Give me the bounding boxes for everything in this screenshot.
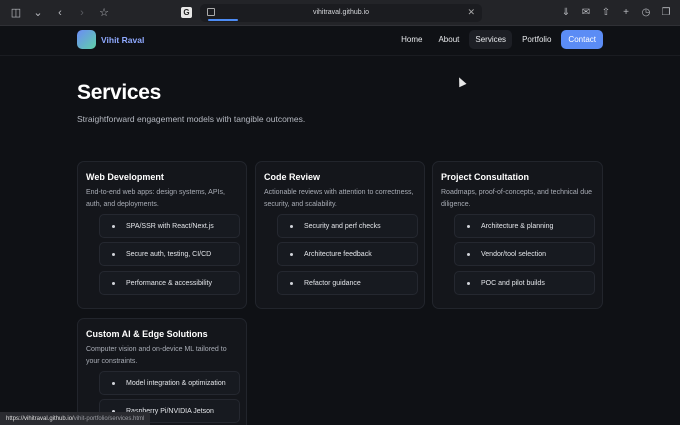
bullet-icon xyxy=(467,225,470,228)
bookmark-icon[interactable]: ☆ xyxy=(96,5,112,21)
page-subtitle: Straightforward engagement models with t… xyxy=(77,114,306,124)
bullet-icon xyxy=(467,253,470,256)
list-item-label: SPA/SSR with React/Next.js xyxy=(126,223,214,230)
bullet-icon xyxy=(112,253,115,256)
mail-icon[interactable]: ✉ xyxy=(578,4,594,20)
list-item-label: Vendor/tool selection xyxy=(481,251,546,258)
list-item: Architecture & planning xyxy=(454,214,595,238)
address-bar[interactable]: vihitraval.github.io ✕ xyxy=(200,4,482,22)
chevron-down-icon[interactable]: ⌄ xyxy=(30,5,46,21)
list-item: Refactor guidance xyxy=(277,271,418,295)
nav-home[interactable]: Home xyxy=(395,30,428,49)
download-icon[interactable]: ⇓ xyxy=(558,4,574,20)
service-card-custom-ai-edge: Custom AI & Edge Solutions Computer visi… xyxy=(77,318,247,425)
tab-favicon-icon[interactable]: G xyxy=(181,7,192,18)
site-header: Vihit Raval Home About Services Portfoli… xyxy=(0,26,680,56)
list-item-label: Model integration & optimization xyxy=(126,380,226,387)
mouse-cursor-icon xyxy=(455,75,467,88)
status-bar-host: https://vihitraval.github.io/ xyxy=(6,415,74,422)
list-item: Performance & accessibility xyxy=(99,271,240,295)
list-item: Model integration & optimization xyxy=(99,371,240,395)
status-bar-link-preview: https://vihitraval.github.io/vihit-portf… xyxy=(0,412,151,425)
close-icon[interactable]: ✕ xyxy=(467,7,475,18)
card-title: Code Review xyxy=(264,172,321,182)
list-item-label: Performance & accessibility xyxy=(126,280,212,287)
main-nav: Home About Services Portfolio Contact xyxy=(395,30,603,49)
logo-icon[interactable] xyxy=(77,30,96,49)
list-item: Security and perf checks xyxy=(277,214,418,238)
card-description: End-to-end web apps: design systems, API… xyxy=(86,189,225,208)
new-tab-icon[interactable]: + xyxy=(618,4,634,20)
list-item-label: Security and perf checks xyxy=(304,223,381,230)
tabs-overview-icon[interactable]: ❐ xyxy=(658,4,674,20)
list-item-label: POC and pilot builds xyxy=(481,280,545,287)
bullet-icon xyxy=(290,253,293,256)
brand-name[interactable]: Vihit Raval xyxy=(101,35,144,45)
card-title: Web Development xyxy=(86,172,164,182)
service-card-code-review: Code Review Actionable reviews with atte… xyxy=(255,161,425,309)
list-item-label: Refactor guidance xyxy=(304,280,361,287)
bullet-icon xyxy=(467,282,470,285)
service-card-web-development: Web Development End-to-end web apps: des… xyxy=(77,161,247,309)
list-item-label: Secure auth, testing, CI/CD xyxy=(126,251,212,258)
nav-services[interactable]: Services xyxy=(469,30,513,49)
url-text[interactable]: vihitraval.github.io xyxy=(200,9,482,16)
nav-portfolio[interactable]: Portfolio xyxy=(516,30,557,49)
list-item: Vendor/tool selection xyxy=(454,242,595,266)
list-item-label: Architecture & planning xyxy=(481,223,554,230)
card-description: Computer vision and on-device ML tailore… xyxy=(86,346,227,365)
list-item: Secure auth, testing, CI/CD xyxy=(99,242,240,266)
browser-toolbar: ◫ ⌄ ‹ › ☆ G vihitraval.github.io ✕ ⇓ ✉ ⇧… xyxy=(0,0,680,26)
share-icon[interactable]: ⇧ xyxy=(598,4,614,20)
history-icon[interactable]: ◷ xyxy=(638,4,654,20)
bullet-icon xyxy=(290,282,293,285)
card-description: Actionable reviews with attention to cor… xyxy=(264,189,414,208)
card-title: Custom AI & Edge Solutions xyxy=(86,329,208,339)
status-bar-path: vihit-portfolio/services.html xyxy=(73,415,145,422)
bullet-icon xyxy=(290,225,293,228)
card-title: Project Consultation xyxy=(441,172,530,182)
back-icon[interactable]: ‹ xyxy=(52,5,68,21)
sidebar-toggle-icon[interactable]: ◫ xyxy=(8,5,24,21)
list-item: POC and pilot builds xyxy=(454,271,595,295)
list-item: SPA/SSR with React/Next.js xyxy=(99,214,240,238)
page-title: Services xyxy=(77,81,162,104)
bullet-icon xyxy=(112,382,115,385)
nav-about[interactable]: About xyxy=(432,30,465,49)
list-item: Architecture feedback xyxy=(277,242,418,266)
list-item-label: Architecture feedback xyxy=(304,251,372,258)
bullet-icon xyxy=(112,282,115,285)
card-description: Roadmaps, proof-of-concepts, and technic… xyxy=(441,189,592,208)
loading-bar xyxy=(208,19,238,21)
service-card-project-consultation: Project Consultation Roadmaps, proof-of-… xyxy=(432,161,603,309)
bullet-icon xyxy=(112,225,115,228)
forward-icon[interactable]: › xyxy=(74,5,90,21)
contact-button[interactable]: Contact xyxy=(561,30,603,49)
